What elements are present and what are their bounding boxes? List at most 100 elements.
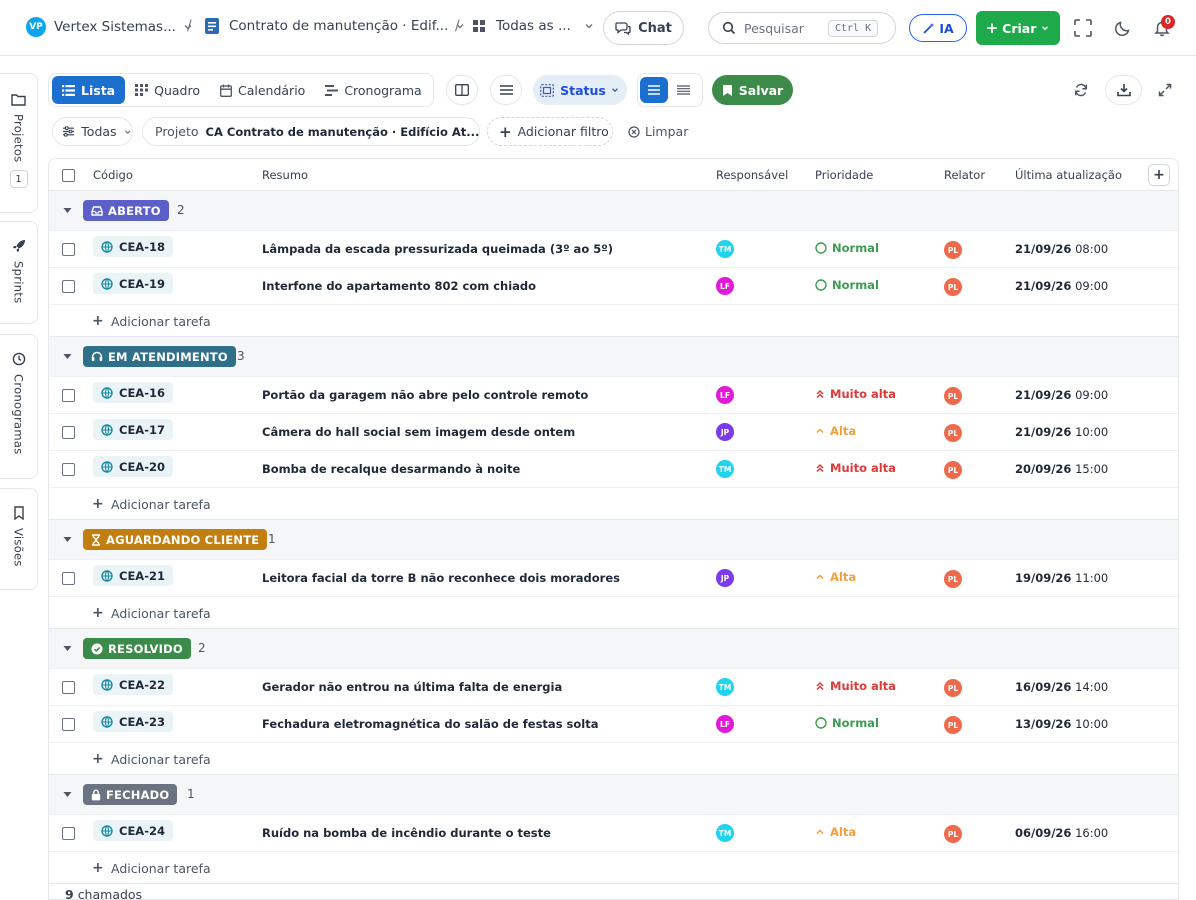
rail-sprints[interactable]: Sprints (0, 221, 38, 324)
reporter-avatar[interactable]: PL (944, 461, 962, 479)
workspace-switcher[interactable]: VP Vertex Sistemas... (26, 17, 194, 37)
add-task-row[interactable]: + Adicionar tarefa (49, 852, 1178, 884)
rail-visoes[interactable]: Visões (0, 488, 38, 590)
add-task-row[interactable]: + Adicionar tarefa (49, 597, 1178, 629)
assignee-avatar[interactable]: TM (716, 678, 734, 696)
add-column-button[interactable]: + (1148, 164, 1170, 186)
issue-code[interactable]: CEA-18 (93, 236, 173, 257)
reporter-avatar[interactable]: PL (944, 679, 962, 697)
table-row[interactable]: CEA-18 Lâmpada da escada pressurizada que… (49, 231, 1178, 268)
clear-filters-button[interactable]: Limpar (622, 117, 694, 146)
column-codigo[interactable]: Código (93, 168, 133, 182)
caret-down-icon[interactable] (63, 536, 72, 543)
priority-indicator[interactable]: Muito alta (815, 387, 896, 401)
assignee-avatar[interactable]: LF (716, 715, 734, 733)
row-checkbox[interactable] (62, 572, 75, 585)
priority-indicator[interactable]: Alta (815, 424, 856, 438)
priority-indicator[interactable]: Alta (815, 570, 856, 584)
scope-filter[interactable]: Todas (52, 117, 133, 146)
issue-summary[interactable]: Gerador não entrou na última falta de en… (262, 680, 562, 694)
search-input[interactable]: Pesquisar Ctrl K (708, 12, 896, 44)
table-row[interactable]: CEA-23 Fechadura eletromagnética do salão… (49, 706, 1178, 743)
column-responsavel[interactable]: Responsável (716, 168, 788, 182)
status-group-header[interactable]: AGUARDANDO CLIENTE 1 (49, 520, 1178, 560)
priority-indicator[interactable]: Normal (815, 241, 879, 255)
add-task-row[interactable]: + Adicionar tarefa (49, 305, 1178, 337)
table-row[interactable]: CEA-20 Bomba de recalque desarmando à noi… (49, 451, 1178, 488)
column-relator[interactable]: Relator (944, 168, 985, 182)
assignee-avatar[interactable]: TM (716, 240, 734, 258)
issue-summary[interactable]: Câmera do hall social sem imagem desde o… (262, 425, 575, 439)
priority-indicator[interactable]: Normal (815, 278, 879, 292)
row-checkbox[interactable] (62, 243, 75, 256)
select-all-checkbox[interactable] (62, 169, 75, 182)
rail-cronogramas[interactable]: Cronogramas (0, 334, 38, 479)
refresh-button[interactable] (1068, 75, 1094, 105)
reporter-avatar[interactable]: PL (944, 241, 962, 259)
column-prioridade[interactable]: Prioridade (815, 168, 873, 182)
save-view-button[interactable]: Salvar (712, 75, 793, 105)
view-switcher[interactable]: Todas as ... (472, 18, 595, 34)
tab-lista[interactable]: Lista (52, 76, 126, 104)
caret-down-icon[interactable] (63, 791, 72, 798)
status-group-header[interactable]: FECHADO 1 (49, 775, 1178, 815)
tab-calendario[interactable]: Calendário (210, 76, 315, 104)
reporter-avatar[interactable]: PL (944, 825, 962, 843)
issue-code[interactable]: CEA-21 (93, 565, 173, 586)
issue-summary[interactable]: Leitora facial da torre B não reconhece … (262, 571, 620, 585)
row-checkbox[interactable] (62, 681, 75, 694)
reporter-avatar[interactable]: PL (944, 278, 962, 296)
group-by-status[interactable]: Status (533, 75, 627, 105)
status-group-header[interactable]: RESOLVIDO 2 (49, 629, 1178, 669)
assignee-avatar[interactable]: JP (716, 423, 734, 441)
project-filter[interactable]: Projeto CA Contrato de manutenção · Edif… (142, 117, 480, 146)
expand-button[interactable] (1152, 75, 1178, 105)
reporter-avatar[interactable]: PL (944, 570, 962, 588)
caret-down-icon[interactable] (63, 353, 72, 360)
density-button[interactable] (490, 75, 522, 105)
issue-summary[interactable]: Bomba de recalque desarmando à noite (262, 462, 520, 476)
assignee-avatar[interactable]: LF (716, 386, 734, 404)
issue-summary[interactable]: Interfone do apartamento 802 com chiado (262, 279, 536, 293)
table-row[interactable]: CEA-24 Ruído na bomba de incêndio durante… (49, 815, 1178, 852)
assignee-avatar[interactable]: JP (716, 569, 734, 587)
status-group-header[interactable]: ABERTO 2 (49, 191, 1178, 231)
issue-summary[interactable]: Ruído na bomba de incêndio durante o tes… (262, 826, 551, 840)
tab-quadro[interactable]: Quadro (125, 76, 210, 104)
issue-summary[interactable]: Portão da garagem não abre pelo controle… (262, 388, 588, 402)
fullscreen-button[interactable] (1069, 14, 1097, 42)
columns-button[interactable] (446, 75, 478, 105)
row-checkbox[interactable] (62, 827, 75, 840)
row-checkbox[interactable] (62, 718, 75, 731)
add-task-row[interactable]: + Adicionar tarefa (49, 488, 1178, 520)
project-switcher[interactable]: Contrato de manutenção · Edif... (204, 17, 466, 35)
assignee-avatar[interactable]: TM (716, 824, 734, 842)
layout-comfortable[interactable] (640, 77, 668, 103)
table-row[interactable]: CEA-21 Leitora facial da torre B não reco… (49, 560, 1178, 597)
issue-code[interactable]: CEA-17 (93, 419, 173, 440)
issue-code[interactable]: CEA-22 (93, 674, 173, 695)
table-row[interactable]: CEA-16 Portão da garagem não abre pelo co… (49, 377, 1178, 414)
caret-down-icon[interactable] (63, 207, 72, 214)
reporter-avatar[interactable]: PL (944, 387, 962, 405)
issue-code[interactable]: CEA-20 (93, 456, 173, 477)
reporter-avatar[interactable]: PL (944, 424, 962, 442)
layout-compact[interactable] (668, 77, 698, 103)
priority-indicator[interactable]: Alta (815, 825, 856, 839)
assignee-avatar[interactable]: LF (716, 277, 734, 295)
ai-button[interactable]: IA (909, 14, 967, 42)
tab-cronograma[interactable]: Cronograma (315, 76, 431, 104)
column-atualizacao[interactable]: Última atualização (1015, 168, 1122, 182)
add-task-row[interactable]: + Adicionar tarefa (49, 743, 1178, 775)
row-checkbox[interactable] (62, 280, 75, 293)
table-row[interactable]: CEA-17 Câmera do hall social sem imagem d… (49, 414, 1178, 451)
issue-summary[interactable]: Fechadura eletromagnética do salão de fe… (262, 717, 598, 731)
rail-projetos[interactable]: Projetos 1 (0, 73, 38, 213)
issue-code[interactable]: CEA-16 (93, 382, 173, 403)
issue-code[interactable]: CEA-23 (93, 711, 173, 732)
caret-down-icon[interactable] (63, 645, 72, 652)
row-checkbox[interactable] (62, 463, 75, 476)
create-button[interactable]: + Criar (976, 11, 1060, 45)
reporter-avatar[interactable]: PL (944, 716, 962, 734)
row-checkbox[interactable] (62, 426, 75, 439)
